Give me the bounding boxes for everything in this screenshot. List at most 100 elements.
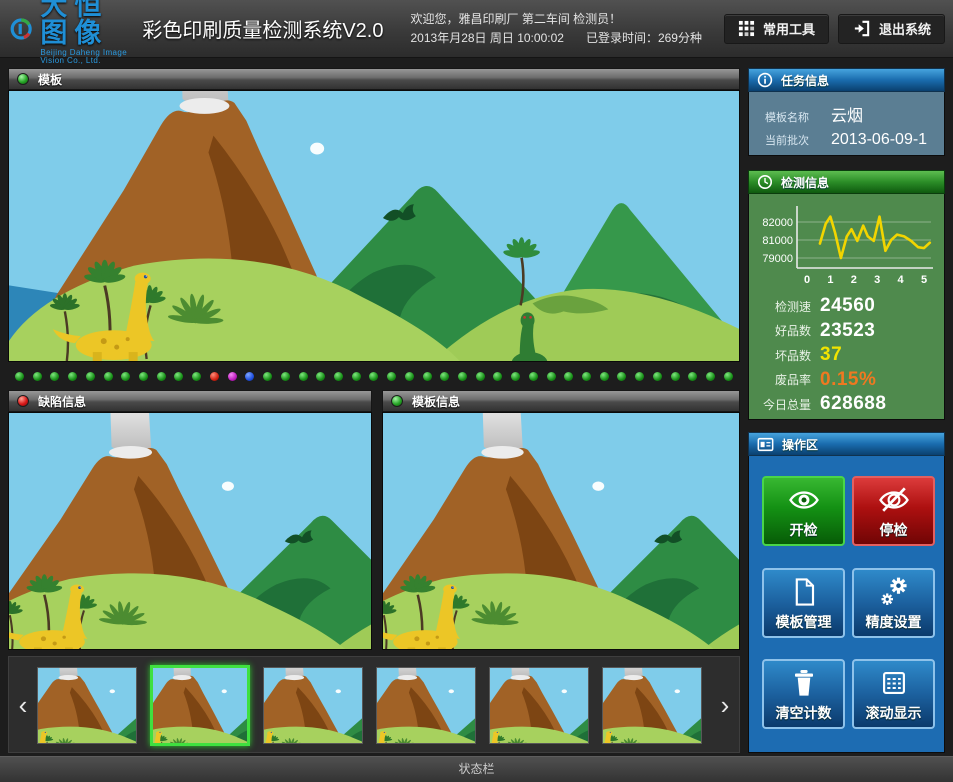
- stat-row: 坏品数 37: [749, 343, 944, 367]
- op-button-label: 停检: [880, 520, 908, 540]
- common-tools-button[interactable]: 常用工具: [724, 14, 829, 44]
- indicator-dot: [405, 372, 414, 381]
- stat-row: 今日总量 628688: [749, 392, 944, 416]
- task-row: 模板名称 云烟: [765, 102, 944, 126]
- datetime-text: 2013年月28日 周日 10:00:02: [411, 31, 564, 45]
- green-led-icon: [391, 395, 403, 407]
- green-led-icon: [17, 73, 29, 85]
- scroll-grid-icon: [876, 665, 912, 701]
- svg-text:79000: 79000: [762, 253, 793, 265]
- clock-icon: [757, 174, 773, 190]
- exit-icon: [852, 19, 871, 38]
- filmstrip-prev-button[interactable]: ‹: [13, 690, 33, 720]
- indicator-dot: [511, 372, 520, 381]
- clear-count-button[interactable]: 清空计数: [762, 659, 845, 729]
- app-window: 大恒图像 Beijing Daheng Image Vision Co., Lt…: [0, 0, 953, 782]
- op-button-label: 清空计数: [776, 703, 832, 723]
- filmstrip-thumbnail[interactable]: [150, 665, 250, 746]
- filmstrip-thumbnail[interactable]: [263, 667, 363, 744]
- stat-value: 0.15%: [820, 369, 876, 391]
- template-info-image-view[interactable]: [382, 412, 740, 650]
- stat-label: 今日总量: [749, 396, 811, 413]
- indicator-dot: [245, 372, 254, 381]
- indicator-dot: [529, 372, 538, 381]
- indicator-dot: [68, 372, 77, 381]
- stat-value: 23523: [820, 320, 875, 342]
- svg-text:4: 4: [898, 274, 905, 286]
- daheng-logo-icon: [9, 10, 33, 48]
- indicator-dot: [316, 372, 325, 381]
- indicator-dot: [104, 372, 113, 381]
- welcome-text: 欢迎您，雅昌印刷厂 第二车间 检测员！: [411, 10, 724, 29]
- indicator-dots-row: [8, 363, 740, 389]
- svg-text:3: 3: [874, 274, 880, 286]
- exit-system-button[interactable]: 退出系统: [838, 14, 945, 44]
- indicator-dot: [263, 372, 272, 381]
- task-info-body: 模板名称 云烟 当前批次 2013-06-09-1: [748, 92, 945, 156]
- indicator-dot: [210, 372, 219, 381]
- current-batch-value: 2013-06-09-1: [831, 131, 927, 149]
- detection-stats: 检测速24560好品数23523坏品数37废品率0.15%今日总量628688: [749, 294, 944, 417]
- precision-settings-button[interactable]: 精度设置: [852, 568, 935, 638]
- login-duration-text: 已登录时间：269分种: [586, 31, 702, 45]
- throughput-chart: 820008100079000012345: [753, 200, 941, 301]
- task-row: 当前批次 2013-06-09-1: [765, 131, 944, 149]
- stat-label: 坏品数: [749, 347, 811, 364]
- stat-value: 37: [820, 344, 842, 366]
- scroll-display-button[interactable]: 滚动显示: [852, 659, 935, 729]
- filmstrip-next-button[interactable]: ›: [715, 690, 735, 720]
- logo-chinese: 大恒图像: [40, 0, 136, 47]
- indicator-dot: [600, 372, 609, 381]
- filmstrip-thumbnail[interactable]: [489, 667, 589, 744]
- eye-icon: [786, 482, 822, 518]
- start-inspection-button[interactable]: 开检: [762, 476, 845, 546]
- template-info-panel-title: 模板信息: [412, 393, 460, 410]
- defect-image-view[interactable]: [8, 412, 372, 650]
- op-button-label: 模板管理: [776, 612, 832, 632]
- stat-row: 检测速24560: [749, 294, 944, 318]
- svg-text:2: 2: [851, 274, 857, 286]
- filmstrip-thumbnail[interactable]: [376, 667, 476, 744]
- filmstrip-thumbnail[interactable]: [37, 667, 137, 744]
- stat-value: 628688: [820, 393, 886, 415]
- indicator-dot: [617, 372, 626, 381]
- indicator-dot: [387, 372, 396, 381]
- operations-body: 开检停检模板管理 精度设置清空计数 滚动显示: [748, 456, 945, 753]
- indicator-dot: [493, 372, 502, 381]
- stop-inspection-button[interactable]: 停检: [852, 476, 935, 546]
- template-image-view[interactable]: [8, 90, 740, 362]
- stat-label: 好品数: [749, 322, 811, 339]
- indicator-dot: [653, 372, 662, 381]
- task-info-title: 任务信息: [781, 72, 829, 89]
- detection-info-header: 检测信息: [748, 170, 945, 194]
- indicator-dot: [228, 372, 237, 381]
- indicator-dot: [86, 372, 95, 381]
- indicator-dot: [582, 372, 591, 381]
- document-icon: [786, 574, 822, 610]
- filmstrip: ‹: [8, 656, 740, 753]
- indicator-dot: [281, 372, 290, 381]
- op-button-label: 滚动显示: [866, 703, 922, 723]
- page-title: 彩色印刷质量检测系统V2.0: [142, 14, 383, 43]
- indicator-dot: [192, 372, 201, 381]
- svg-text:5: 5: [921, 274, 927, 286]
- filmstrip-thumbnail[interactable]: [602, 667, 702, 744]
- template-manage-button[interactable]: 模板管理: [762, 568, 845, 638]
- template-panel-header: 模板: [8, 68, 740, 90]
- status-bar: 状态栏: [0, 756, 953, 782]
- indicator-dot: [121, 372, 130, 381]
- indicator-dot: [671, 372, 680, 381]
- red-led-icon: [17, 395, 29, 407]
- eye-off-icon: [876, 482, 912, 518]
- card-icon: [757, 437, 774, 452]
- indicator-dot: [564, 372, 573, 381]
- op-button-label: 精度设置: [866, 612, 922, 632]
- indicator-dot: [15, 372, 24, 381]
- svg-text:0: 0: [804, 274, 810, 286]
- trash-icon: [786, 665, 822, 701]
- indicator-dot: [706, 372, 715, 381]
- indicator-dot: [440, 372, 449, 381]
- logo: 大恒图像 Beijing Daheng Image Vision Co., Lt…: [0, 0, 136, 65]
- indicator-dot: [635, 372, 644, 381]
- stat-label: 检测速: [749, 298, 811, 315]
